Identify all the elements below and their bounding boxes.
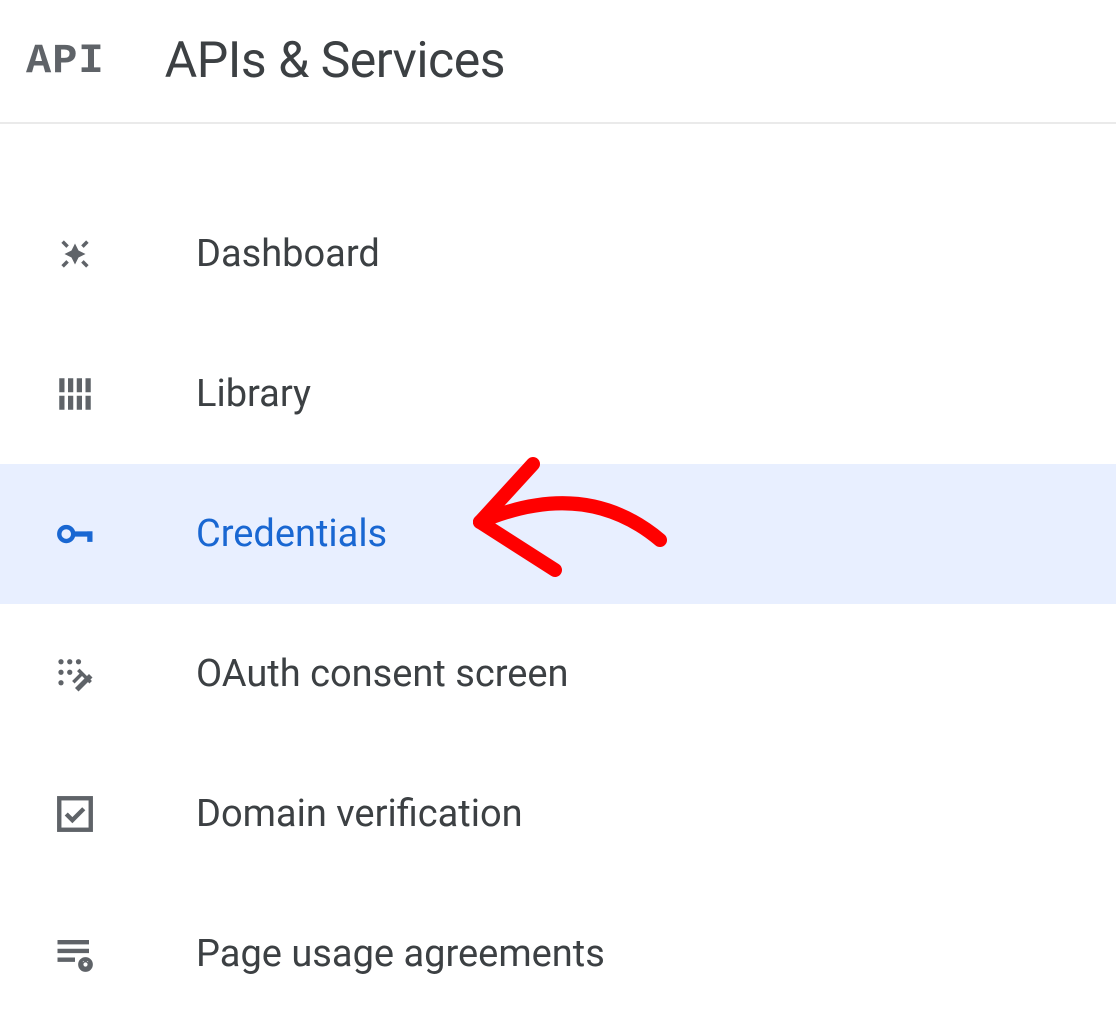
nav-item-label: Domain verification (196, 792, 523, 836)
consent-icon (54, 653, 96, 695)
nav-item-dashboard[interactable]: Dashboard (0, 184, 1116, 324)
nav-item-domain-verification[interactable]: Domain verification (0, 744, 1116, 884)
sidebar-nav: Dashboard Library Credentials (0, 124, 1116, 1024)
nav-item-label: Credentials (196, 512, 387, 556)
page-title: APIs & Services (165, 32, 505, 90)
dashboard-icon (54, 233, 96, 275)
api-logo-icon: API (26, 37, 105, 85)
agreements-icon (54, 933, 96, 975)
nav-item-credentials[interactable]: Credentials (0, 464, 1116, 604)
nav-item-label: Dashboard (196, 232, 380, 276)
library-icon (54, 373, 96, 415)
nav-item-label: OAuth consent screen (196, 652, 569, 696)
nav-item-page-usage-agreements[interactable]: Page usage agreements (0, 884, 1116, 1024)
nav-item-label: Page usage agreements (196, 932, 605, 976)
header: API APIs & Services (0, 0, 1116, 124)
key-icon (54, 513, 96, 555)
nav-item-library[interactable]: Library (0, 324, 1116, 464)
nav-item-oauth-consent[interactable]: OAuth consent screen (0, 604, 1116, 744)
check-box-icon (54, 793, 96, 835)
nav-item-label: Library (196, 372, 311, 416)
